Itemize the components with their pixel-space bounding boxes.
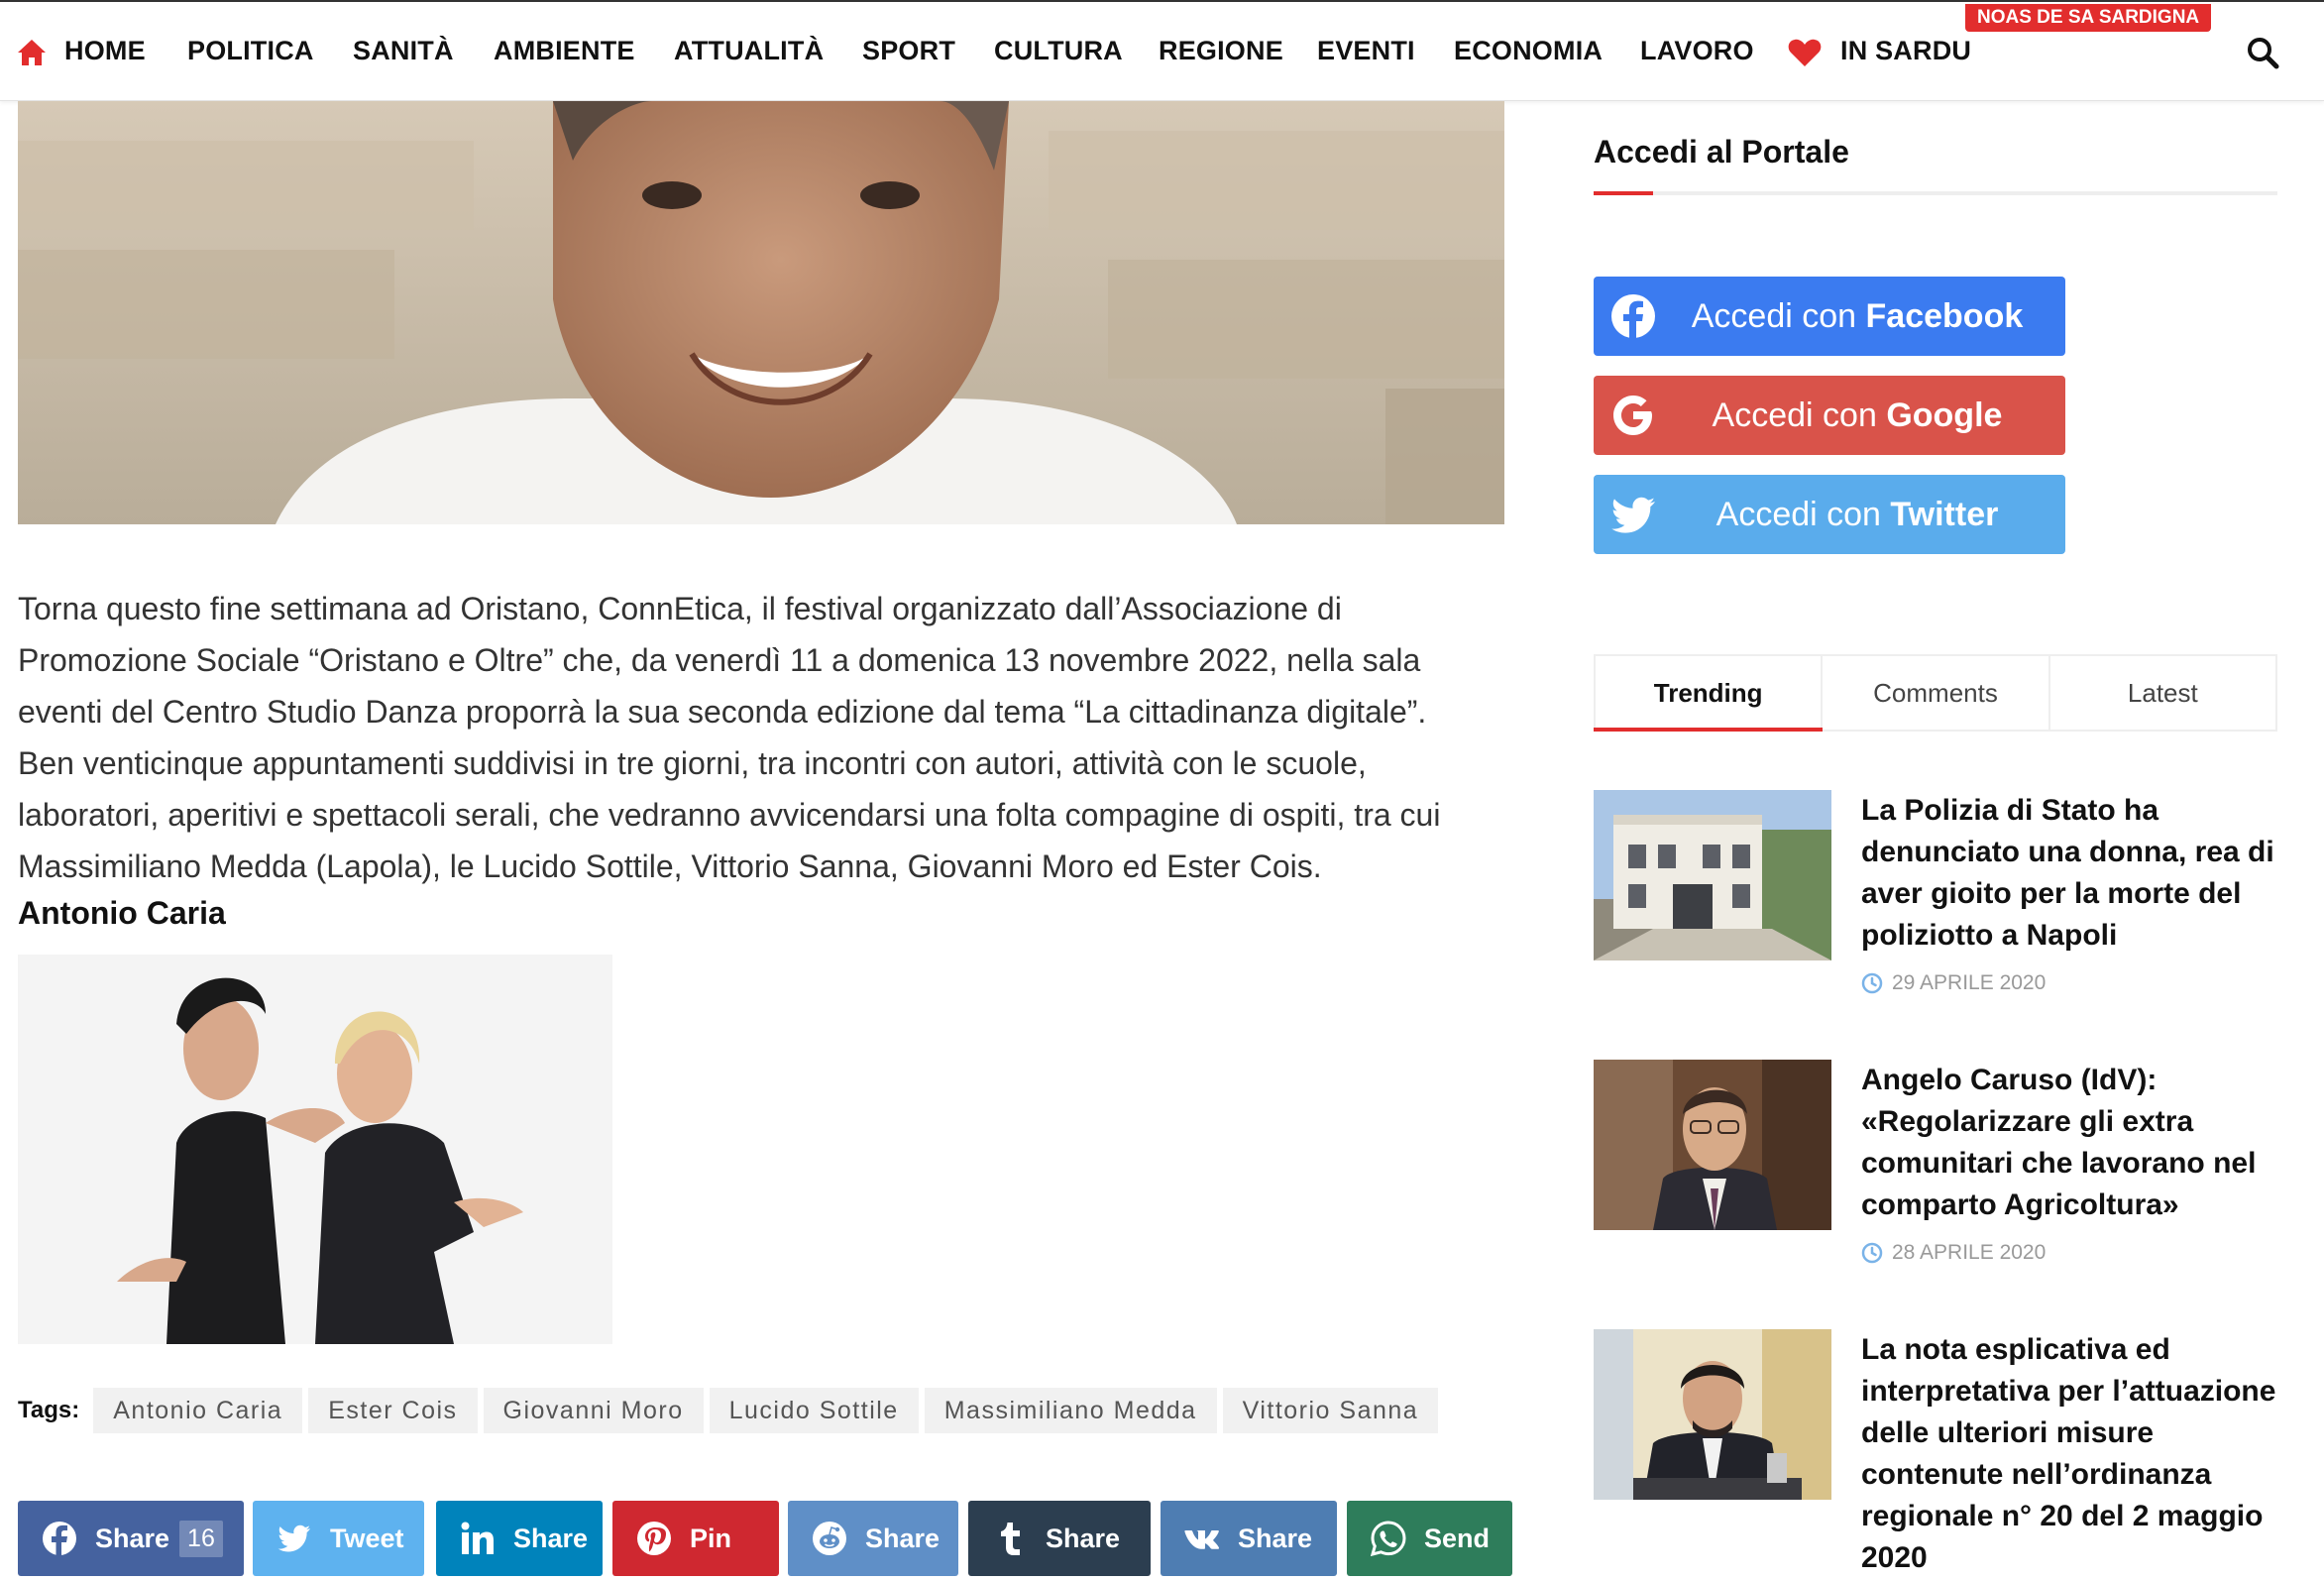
post-thumbnail[interactable] (1594, 1060, 1831, 1230)
tag-item[interactable]: Giovanni Moro (483, 1388, 704, 1433)
login-label: Accedi con Google (1712, 395, 2003, 434)
nav-lavoro[interactable]: LAVORO (1640, 36, 1754, 66)
sidebar-divider-accent (1594, 191, 1653, 195)
twitter-icon (1611, 497, 1655, 533)
post-title[interactable]: La Polizia di Stato ha denunciato una do… (1861, 790, 2277, 957)
nav-economia[interactable]: ECONOMIA (1454, 36, 1603, 66)
post-thumbnail[interactable] (1594, 1329, 1831, 1500)
tag-item[interactable]: Vittorio Sanna (1222, 1388, 1439, 1433)
share-linkedin-button[interactable]: Share (436, 1501, 603, 1576)
nav-sport[interactable]: SPORT (862, 36, 955, 66)
tags-list: Tags: Antonio Caria Ester Cois Giovanni … (18, 1388, 1444, 1433)
login-google-button[interactable]: Accedi con Google (1594, 376, 2065, 455)
tag-item[interactable]: Ester Cois (308, 1388, 478, 1433)
tab-latest[interactable]: Latest (2050, 656, 2275, 730)
share-twitter-button[interactable]: Tweet (253, 1501, 424, 1576)
trending-post[interactable]: La Polizia di Stato ha denunciato una do… (1594, 790, 2277, 998)
sidebar-tabs: Trending Comments Latest (1593, 654, 2277, 732)
tag-item[interactable]: Massimiliano Medda (924, 1388, 1217, 1433)
post-thumbnail[interactable] (1594, 790, 1831, 960)
article-paragraph: Ben venticinque appuntamenti suddivisi i… (18, 745, 1441, 884)
nav-home[interactable]: HOME (64, 36, 146, 66)
tab-comments[interactable]: Comments (1823, 656, 2050, 730)
trending-post[interactable]: La nota esplicativa ed interpretativa pe… (1594, 1329, 2277, 1581)
pinterest-icon (637, 1522, 671, 1555)
share-reddit-button[interactable]: Share (788, 1501, 958, 1576)
tags-label: Tags: (18, 1397, 80, 1423)
nav-cultura[interactable]: CULTURA (994, 36, 1123, 66)
share-vk-button[interactable]: Share (1161, 1501, 1337, 1576)
reddit-icon (813, 1522, 846, 1555)
share-whatsapp-button[interactable]: Send (1347, 1501, 1512, 1576)
sidebar-title: Accedi al Portale (1594, 134, 1849, 169)
share-label: Tweet (330, 1523, 404, 1553)
vk-icon (1184, 1530, 1220, 1549)
tag-item[interactable]: Antonio Caria (93, 1388, 303, 1433)
share-facebook-button[interactable]: Share 16 (18, 1501, 244, 1576)
clock-icon (1861, 972, 1883, 994)
nav-attualita[interactable]: ATTUALITÀ (674, 36, 824, 66)
login-facebook-button[interactable]: Accedi con Facebook (1594, 277, 2065, 356)
whatsapp-icon (1371, 1521, 1406, 1556)
article-author: Antonio Caria (18, 895, 226, 931)
tab-trending[interactable]: Trending (1593, 656, 1824, 732)
heart-icon (1788, 39, 1822, 66)
trending-post[interactable]: Angelo Caruso (IdV): «Regolarizzare gli … (1594, 1060, 2277, 1268)
nav-ambiente[interactable]: AMBIENTE (494, 36, 635, 66)
post-title[interactable]: La nota esplicativa ed interpretativa pe… (1861, 1329, 2277, 1579)
share-label: Share (1046, 1523, 1121, 1553)
article-hero-image (18, 101, 1504, 524)
nav-eventi[interactable]: EVENTI (1317, 36, 1415, 66)
nav-politica[interactable]: POLITICA (187, 36, 314, 66)
facebook-icon (1611, 294, 1655, 338)
facebook-icon (43, 1522, 76, 1556)
share-label: Share (513, 1523, 589, 1553)
home-icon[interactable] (16, 38, 48, 67)
search-icon[interactable] (2246, 36, 2279, 69)
share-count: 16 (179, 1520, 223, 1557)
share-tumblr-button[interactable]: Share (968, 1501, 1151, 1576)
share-label: Share (865, 1523, 941, 1553)
share-pinterest-button[interactable]: Pin (612, 1501, 779, 1576)
post-date: 28 APRILE 2020 (1861, 1241, 2046, 1265)
article-photo (18, 955, 612, 1344)
nav-badge: NOAS DE SA SARDIGNA (1965, 4, 2212, 32)
share-label: Pin (690, 1523, 732, 1553)
article-body: Torna questo fine settimana ad Oristano,… (18, 583, 1504, 892)
clock-icon (1861, 1242, 1883, 1264)
share-label: Send (1424, 1523, 1491, 1553)
login-twitter-button[interactable]: Accedi con Twitter (1594, 475, 2065, 554)
linkedin-icon (461, 1522, 494, 1554)
login-label: Accedi con Twitter (1715, 495, 1999, 533)
login-label: Accedi con Facebook (1691, 296, 2024, 335)
nav-regione[interactable]: REGIONE (1159, 36, 1283, 66)
share-label: Share (1238, 1523, 1313, 1553)
sidebar-divider (1594, 191, 2277, 195)
nav-sanita[interactable]: SANITÀ (353, 36, 454, 66)
share-label: Share (95, 1523, 170, 1553)
google-icon (1613, 395, 1652, 435)
article-paragraph: Torna questo fine settimana ad Oristano,… (18, 591, 1427, 730)
nav-in-sardu[interactable]: IN SARDU (1840, 36, 1971, 66)
post-date: 29 APRILE 2020 (1861, 971, 2046, 995)
tag-item[interactable]: Lucido Sottile (709, 1388, 919, 1433)
post-title[interactable]: Angelo Caruso (IdV): «Regolarizzare gli … (1861, 1060, 2277, 1226)
tumblr-icon (1001, 1523, 1020, 1555)
top-navigation: HOME POLITICA SANITÀ AMBIENTE ATTUALITÀ … (0, 0, 2324, 101)
twitter-icon (277, 1525, 310, 1552)
